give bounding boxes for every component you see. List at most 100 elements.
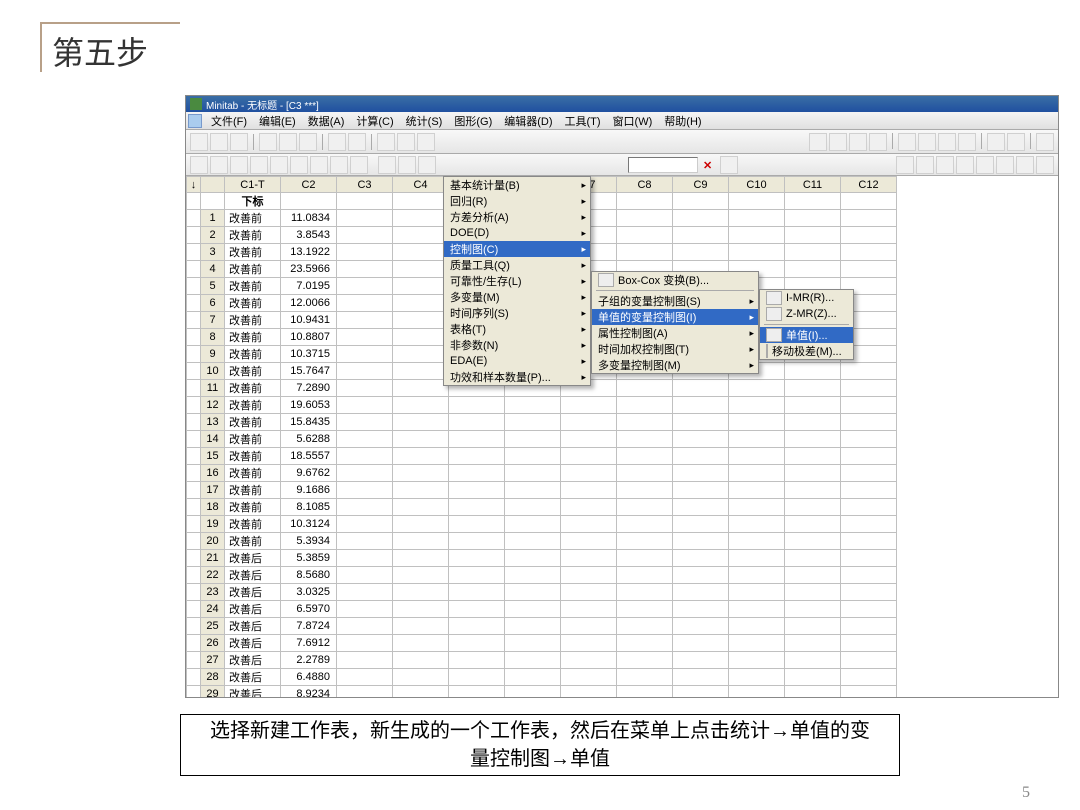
cell-label[interactable]: 改善前 xyxy=(225,227,281,244)
cell-value[interactable]: 2.2789 xyxy=(281,652,337,669)
empty-cell[interactable] xyxy=(337,448,393,465)
tb2-9[interactable] xyxy=(418,156,436,174)
row-number[interactable]: 3 xyxy=(201,244,225,261)
empty-cell[interactable] xyxy=(505,516,561,533)
cc-menu-item-4[interactable]: 属性控制图(A)▸ xyxy=(592,325,758,341)
tb2-5[interactable] xyxy=(290,156,308,174)
tb2-4[interactable] xyxy=(270,156,288,174)
stat-menu-item-12[interactable]: 功效和样本数量(P)...▸ xyxy=(444,369,590,385)
empty-cell[interactable] xyxy=(673,635,729,652)
cell-label[interactable]: 改善前 xyxy=(225,380,281,397)
menu-edit[interactable]: 编辑(E) xyxy=(253,112,302,130)
cell-value[interactable]: 10.3715 xyxy=(281,346,337,363)
empty-cell[interactable] xyxy=(337,414,393,431)
empty-cell[interactable] xyxy=(617,635,673,652)
cell-value[interactable]: 19.6053 xyxy=(281,397,337,414)
empty-cell[interactable] xyxy=(841,601,897,618)
empty-cell[interactable] xyxy=(785,516,841,533)
empty-cell[interactable] xyxy=(841,516,897,533)
cell-value[interactable]: 13.1922 xyxy=(281,244,337,261)
cell-value[interactable]: 5.6288 xyxy=(281,431,337,448)
cancel-x-icon[interactable]: ✕ xyxy=(703,159,715,171)
empty-cell[interactable] xyxy=(337,499,393,516)
empty-cell[interactable] xyxy=(785,618,841,635)
menu-graph[interactable]: 图形(G) xyxy=(448,112,498,130)
empty-cell[interactable] xyxy=(673,533,729,550)
empty-cell[interactable] xyxy=(337,261,393,278)
empty-cell[interactable] xyxy=(337,584,393,601)
empty-cell[interactable] xyxy=(673,618,729,635)
empty-cell[interactable] xyxy=(841,584,897,601)
empty-cell[interactable] xyxy=(449,584,505,601)
empty-cell[interactable] xyxy=(673,380,729,397)
cell-value[interactable]: 23.5966 xyxy=(281,261,337,278)
empty-cell[interactable] xyxy=(449,635,505,652)
row-number[interactable]: 26 xyxy=(201,635,225,652)
cell-label[interactable]: 改善后 xyxy=(225,686,281,698)
tb2-2[interactable] xyxy=(230,156,248,174)
empty-cell[interactable] xyxy=(673,244,729,261)
cc-menu-item-0[interactable]: Box-Cox 变换(B)... xyxy=(592,272,758,288)
tb2-7[interactable] xyxy=(330,156,348,174)
empty-cell[interactable] xyxy=(617,482,673,499)
row-number[interactable]: 2 xyxy=(201,227,225,244)
ind-menu-item-4[interactable]: 移动极差(M)... xyxy=(760,343,853,359)
cell-label[interactable]: 改善前 xyxy=(225,414,281,431)
tb2-8[interactable] xyxy=(350,156,368,174)
empty-cell[interactable] xyxy=(617,533,673,550)
row-number[interactable]: 25 xyxy=(201,618,225,635)
empty-cell[interactable] xyxy=(673,669,729,686)
cell-value[interactable]: 6.4880 xyxy=(281,669,337,686)
empty-cell[interactable] xyxy=(393,601,449,618)
line-tool[interactable] xyxy=(976,156,994,174)
cell-label[interactable]: 改善后 xyxy=(225,652,281,669)
cell-label[interactable]: 改善前 xyxy=(225,533,281,550)
empty-cell[interactable] xyxy=(617,431,673,448)
cell-value[interactable]: 7.0195 xyxy=(281,278,337,295)
cell-value[interactable]: 5.3859 xyxy=(281,550,337,567)
empty-cell[interactable] xyxy=(449,431,505,448)
cell-label[interactable]: 改善后 xyxy=(225,618,281,635)
empty-cell[interactable] xyxy=(393,261,449,278)
cell-value[interactable]: 7.6912 xyxy=(281,635,337,652)
empty-cell[interactable] xyxy=(561,652,617,669)
stat-menu-item-9[interactable]: 表格(T)▸ xyxy=(444,321,590,337)
row-number[interactable]: 16 xyxy=(201,465,225,482)
empty-cell[interactable] xyxy=(561,584,617,601)
empty-cell[interactable] xyxy=(617,669,673,686)
subheader-cell[interactable]: 下标 xyxy=(225,193,281,210)
empty-cell[interactable] xyxy=(505,431,561,448)
menu-help[interactable]: 帮助(H) xyxy=(658,112,707,130)
empty-cell[interactable] xyxy=(729,652,785,669)
col-header[interactable]: C10 xyxy=(729,177,785,193)
cell-label[interactable]: 改善前 xyxy=(225,346,281,363)
empty-cell[interactable] xyxy=(673,516,729,533)
empty-cell[interactable] xyxy=(561,448,617,465)
empty-cell[interactable] xyxy=(841,244,897,261)
empty-cell[interactable] xyxy=(449,516,505,533)
cell-label[interactable]: 改善前 xyxy=(225,261,281,278)
cell-value[interactable]: 12.0066 xyxy=(281,295,337,312)
empty-cell[interactable] xyxy=(449,482,505,499)
tb2-1[interactable] xyxy=(210,156,228,174)
empty-cell[interactable] xyxy=(393,295,449,312)
empty-cell[interactable] xyxy=(393,380,449,397)
row-number[interactable]: 29 xyxy=(201,686,225,698)
arrow-button[interactable] xyxy=(378,156,396,174)
empty-cell[interactable] xyxy=(785,567,841,584)
empty-cell[interactable] xyxy=(337,363,393,380)
stat-menu-item-7[interactable]: 多变量(M)▸ xyxy=(444,289,590,305)
empty-cell[interactable] xyxy=(561,465,617,482)
stat-menu-item-3[interactable]: DOE(D)▸ xyxy=(444,225,590,241)
cell-label[interactable]: 改善后 xyxy=(225,584,281,601)
cell-value[interactable]: 15.7647 xyxy=(281,363,337,380)
empty-cell[interactable] xyxy=(337,533,393,550)
empty-cell[interactable] xyxy=(729,431,785,448)
tb2-6[interactable] xyxy=(310,156,328,174)
empty-cell[interactable] xyxy=(729,482,785,499)
empty-cell[interactable] xyxy=(449,550,505,567)
tb-r-3[interactable] xyxy=(849,133,867,151)
empty-cell[interactable] xyxy=(337,516,393,533)
col-header[interactable]: C9 xyxy=(673,177,729,193)
empty-cell[interactable] xyxy=(337,669,393,686)
